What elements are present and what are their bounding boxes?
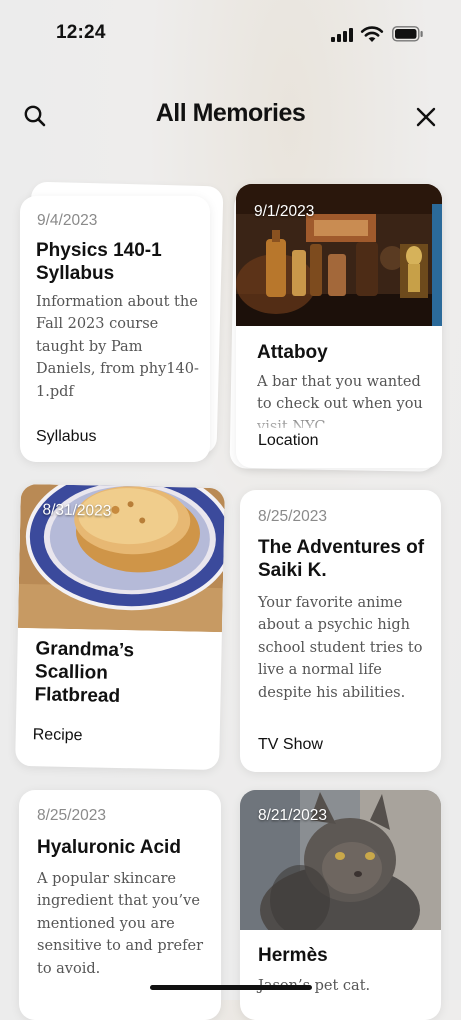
status-bar: 12:24 [0, 0, 461, 70]
card-title: Physics 140-1 Syllabus [36, 240, 162, 284]
card-description: Information about the Fall 2023 course t… [36, 294, 199, 400]
card-description: Your favorite anime about a psychic high… [258, 595, 423, 701]
wifi-icon [360, 26, 384, 42]
status-time: 12:24 [56, 22, 106, 43]
card-tag: Syllabus [36, 428, 97, 445]
card-title: Hyaluronic Acid [37, 837, 181, 858]
card-date: 8/21/2023 [258, 807, 327, 824]
card-description: A popular skincare ingredient that you’v… [37, 871, 203, 977]
page-title: All Memories [155, 99, 306, 127]
card-tag: TV Show [258, 736, 323, 753]
card-tag: Recipe [32, 726, 83, 745]
memory-card-attaboy[interactable]: 9/1/2023 Attaboy A bar that you wanted t… [236, 184, 442, 468]
memory-card-physics[interactable]: 9/4/2023 Physics 140-1 Syllabus Informat… [20, 196, 210, 462]
navigation-header: All Memories [0, 95, 461, 135]
card-title: Hermès [258, 945, 328, 966]
memory-card-flatbread[interactable]: 8/31/2023 Grandma’s Scallion Flatbread R… [15, 483, 225, 771]
card-title: The Adventures of Saiki K. [258, 537, 425, 581]
card-title: Grandma’s Scallion Flatbread [34, 638, 135, 708]
close-icon[interactable] [413, 104, 439, 130]
card-title: Attaboy [257, 342, 328, 363]
card-date: 8/25/2023 [258, 508, 327, 525]
home-indicator[interactable] [150, 985, 312, 990]
card-date: 9/4/2023 [37, 212, 98, 229]
card-date: 8/25/2023 [37, 807, 106, 824]
memory-card-saiki-k[interactable]: 8/25/2023 The Adventures of Saiki K. You… [240, 490, 441, 772]
card-date: 9/1/2023 [254, 203, 315, 220]
battery-icon [392, 26, 423, 42]
cellular-signal-icon [331, 28, 353, 42]
card-date: 8/31/2023 [42, 501, 112, 520]
card-tag: Location [258, 432, 319, 449]
